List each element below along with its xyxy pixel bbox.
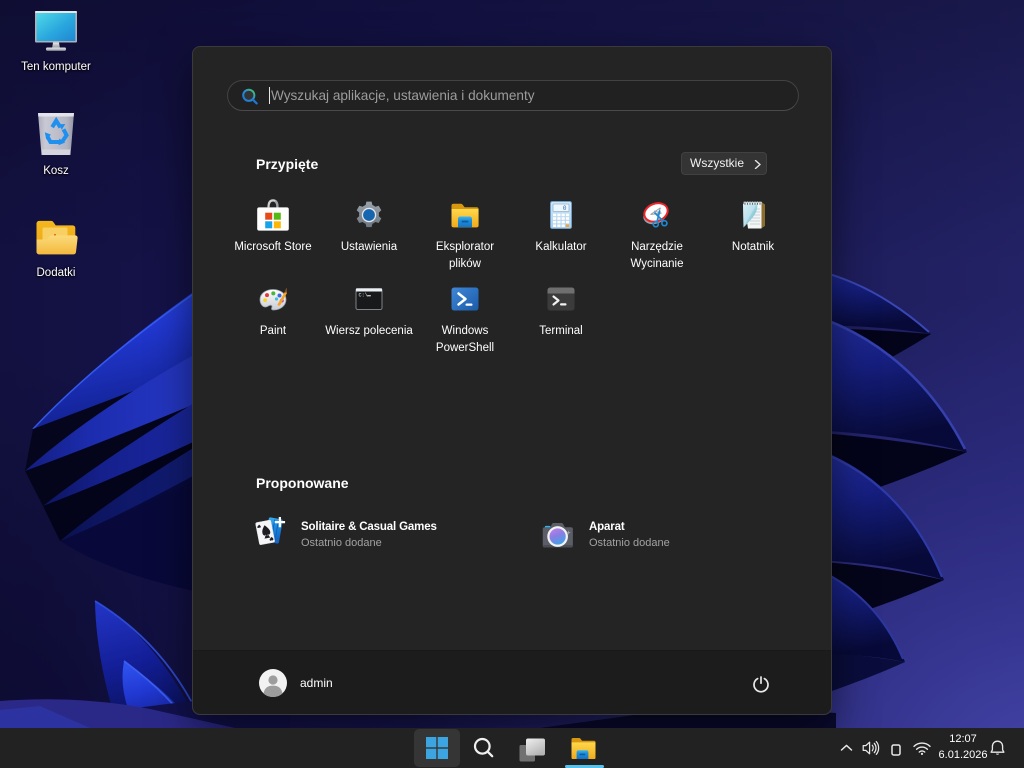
svg-text:C:\: C:\ (359, 292, 368, 298)
svg-text:0: 0 (563, 205, 567, 212)
